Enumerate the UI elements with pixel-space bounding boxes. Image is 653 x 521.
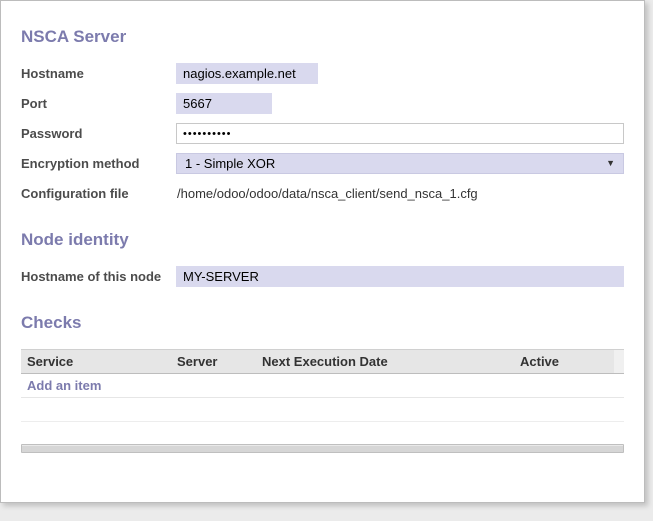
- form-panel: NSCA Server Hostname Port Password Encry…: [0, 0, 645, 503]
- checks-table: Service Server Next Execution Date Activ…: [21, 349, 624, 422]
- section-title-nsca-server: NSCA Server: [21, 27, 624, 47]
- chevron-down-icon: ▼: [606, 154, 617, 173]
- form-content: NSCA Server Hostname Port Password Encry…: [1, 1, 644, 453]
- hostname-label: Hostname: [21, 66, 176, 81]
- node-hostname-input[interactable]: [176, 266, 624, 287]
- config-file-value: /home/odoo/odoo/data/nsca_client/send_ns…: [176, 186, 478, 201]
- node-hostname-label: Hostname of this node: [21, 269, 176, 284]
- password-input[interactable]: [176, 123, 624, 144]
- hostname-input[interactable]: [176, 63, 318, 84]
- row-encryption: Encryption method 1 - Simple XOR ▼: [21, 153, 624, 174]
- row-port: Port: [21, 93, 624, 114]
- table-scrollbar-column: [614, 350, 624, 374]
- row-password: Password: [21, 123, 624, 144]
- horizontal-scrollbar[interactable]: [21, 444, 624, 453]
- encryption-select[interactable]: 1 - Simple XOR ▼: [176, 153, 624, 174]
- row-config-file: Configuration file /home/odoo/odoo/data/…: [21, 183, 624, 204]
- port-label: Port: [21, 96, 176, 111]
- empty-table-row: [21, 398, 624, 422]
- column-header-service: Service: [21, 350, 171, 374]
- add-item-link[interactable]: Add an item: [27, 378, 101, 393]
- checks-table-header-row: Service Server Next Execution Date Activ…: [21, 350, 624, 374]
- section-title-checks: Checks: [21, 313, 624, 333]
- add-item-row: Add an item: [21, 374, 624, 398]
- row-hostname: Hostname: [21, 63, 624, 84]
- column-header-server: Server: [171, 350, 256, 374]
- config-file-label: Configuration file: [21, 186, 176, 201]
- column-header-next-execution-date: Next Execution Date: [256, 350, 514, 374]
- encryption-label: Encryption method: [21, 156, 176, 171]
- port-input[interactable]: [176, 93, 272, 114]
- column-header-active: Active: [514, 350, 614, 374]
- row-node-hostname: Hostname of this node: [21, 266, 624, 287]
- password-label: Password: [21, 126, 176, 141]
- section-title-node-identity: Node identity: [21, 230, 624, 250]
- encryption-selected-value: 1 - Simple XOR: [183, 154, 606, 173]
